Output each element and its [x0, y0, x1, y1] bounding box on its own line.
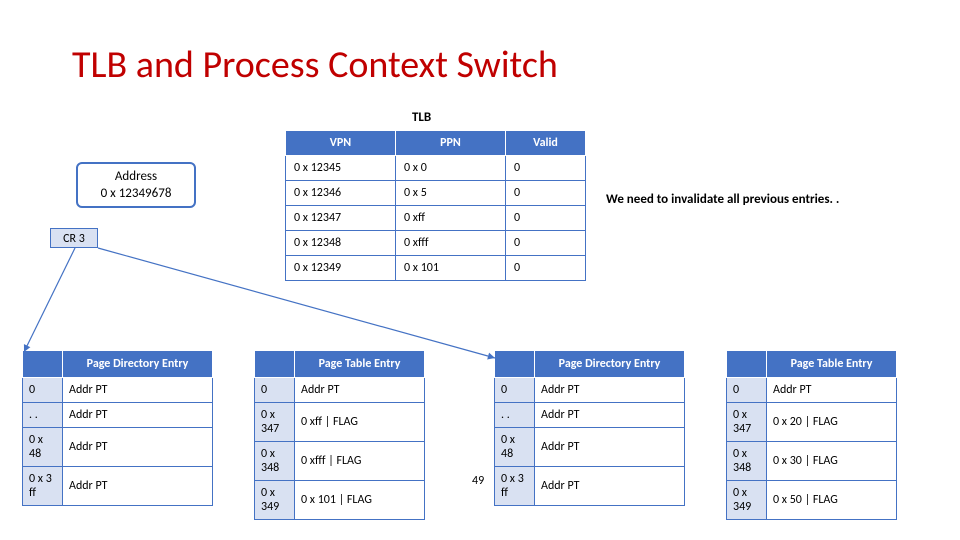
pde2-table: Page Directory Entry 0Addr PT . .Addr PT…: [494, 350, 685, 506]
pde1-table: Page Directory Entry 0Addr PT . .Addr PT…: [22, 350, 213, 506]
pte1-idx: 0 x 347: [255, 403, 295, 442]
slide-title: TLB and Process Context Switch: [72, 42, 558, 88]
tlb-row: 0 x 123490 x 1010: [286, 256, 586, 281]
table-row: 0 x 3470 x 20 | FLAG: [727, 403, 897, 442]
pte1-val: 0 xfff | FLAG: [295, 442, 425, 481]
pde2-idx: 0 x 48: [495, 428, 535, 467]
pde1-idx: 0 x 48: [23, 428, 63, 467]
table-row: 0 x 3 ffAddr PT: [495, 467, 685, 506]
table-row: 0 x 48Addr PT: [495, 428, 685, 467]
pde1-val: Addr PT: [63, 428, 213, 467]
table-row: 0 x 3490 x 101 | FLAG: [255, 481, 425, 520]
pde1-header-blank: [23, 351, 63, 378]
tlb-cell: 0 x 5: [396, 181, 506, 206]
table-row: . .Addr PT: [23, 403, 213, 428]
pte2-idx: 0 x 348: [727, 442, 767, 481]
pte2-header-blank: [727, 351, 767, 378]
tlb-row: 0 x 123460 x 50: [286, 181, 586, 206]
pte1-val: Addr PT: [295, 378, 425, 403]
table-row: 0 x 3480 x 30 | FLAG: [727, 442, 897, 481]
tlb-header-ppn: PPN: [396, 131, 506, 156]
tlb-header-vpn: VPN: [286, 131, 396, 156]
tlb-cell: 0 x 12349: [286, 256, 396, 281]
tlb-cell: 0: [506, 256, 586, 281]
pte2-idx: 0: [727, 378, 767, 403]
tlb-cell: 0: [506, 156, 586, 181]
table-row: 0 x 3480 xfff | FLAG: [255, 442, 425, 481]
pte2-table: Page Table Entry 0Addr PT 0 x 3470 x 20 …: [726, 350, 897, 520]
pde2-idx: 0 x 3 ff: [495, 467, 535, 506]
table-row: 0 x 3 ffAddr PT: [23, 467, 213, 506]
invalidate-note: We need to invalidate all previous entri…: [606, 192, 839, 207]
table-row: 0Addr PT: [727, 378, 897, 403]
pte2-val: 0 x 30 | FLAG: [767, 442, 897, 481]
pte1-table: Page Table Entry 0Addr PT 0 x 3470 xff |…: [254, 350, 425, 520]
pde2-header-blank: [495, 351, 535, 378]
tlb-cell: 0 x 0: [396, 156, 506, 181]
cr3-box: CR 3: [50, 228, 98, 248]
tlb-cell: 0: [506, 181, 586, 206]
pde1-val: Addr PT: [63, 378, 213, 403]
pte1-idx: 0: [255, 378, 295, 403]
address-box: Address 0 x 12349678: [76, 162, 196, 208]
tlb-caption: TLB: [412, 110, 431, 125]
table-row: 0Addr PT: [495, 378, 685, 403]
pde2-val: Addr PT: [535, 428, 685, 467]
tlb-cell: 0 x 12348: [286, 231, 396, 256]
tlb-row: 0 x 123470 xff0: [286, 206, 586, 231]
table-row: 0Addr PT: [23, 378, 213, 403]
pde1-val: Addr PT: [63, 467, 213, 506]
address-value: 0 x 12349678: [78, 186, 194, 203]
tlb-cell: 0 x 12346: [286, 181, 396, 206]
arrow-cr3-to-pde1: [24, 248, 75, 352]
tlb-cell: 0: [506, 206, 586, 231]
page-number: 49: [472, 474, 484, 488]
table-row: 0 x 48Addr PT: [23, 428, 213, 467]
pde2-val: Addr PT: [535, 378, 685, 403]
pte2-val: 0 x 50 | FLAG: [767, 481, 897, 520]
pte2-idx: 0 x 347: [727, 403, 767, 442]
pte1-val: 0 xff | FLAG: [295, 403, 425, 442]
pde2-val: Addr PT: [535, 467, 685, 506]
address-label: Address: [78, 169, 194, 186]
table-row: 0 x 3490 x 50 | FLAG: [727, 481, 897, 520]
pde1-header: Page Directory Entry: [63, 351, 213, 378]
pde2-idx: . .: [495, 403, 535, 428]
pte1-header: Page Table Entry: [295, 351, 425, 378]
tlb-cell: 0 x 12347: [286, 206, 396, 231]
pde1-val: Addr PT: [63, 403, 213, 428]
pte1-idx: 0 x 349: [255, 481, 295, 520]
table-row: . .Addr PT: [495, 403, 685, 428]
pte2-header: Page Table Entry: [767, 351, 897, 378]
pte1-val: 0 x 101 | FLAG: [295, 481, 425, 520]
tlb-cell: 0 x 101: [396, 256, 506, 281]
pte2-val: Addr PT: [767, 378, 897, 403]
table-row: 0Addr PT: [255, 378, 425, 403]
pte2-idx: 0 x 349: [727, 481, 767, 520]
pte2-val: 0 x 20 | FLAG: [767, 403, 897, 442]
pde1-idx: 0: [23, 378, 63, 403]
pde2-header: Page Directory Entry: [535, 351, 685, 378]
pde1-idx: . .: [23, 403, 63, 428]
tlb-cell: 0 x 12345: [286, 156, 396, 181]
tlb-cell: 0 xfff: [396, 231, 506, 256]
table-row: 0 x 3470 xff | FLAG: [255, 403, 425, 442]
pde2-val: Addr PT: [535, 403, 685, 428]
tlb-row: 0 x 123450 x 00: [286, 156, 586, 181]
tlb-cell: 0 xff: [396, 206, 506, 231]
tlb-table: VPN PPN Valid 0 x 123450 x 00 0 x 123460…: [285, 130, 586, 281]
pde2-idx: 0: [495, 378, 535, 403]
tlb-cell: 0: [506, 231, 586, 256]
tlb-header-valid: Valid: [506, 131, 586, 156]
pte1-header-blank: [255, 351, 295, 378]
pte1-idx: 0 x 348: [255, 442, 295, 481]
tlb-row: 0 x 123480 xfff0: [286, 231, 586, 256]
pde1-idx: 0 x 3 ff: [23, 467, 63, 506]
